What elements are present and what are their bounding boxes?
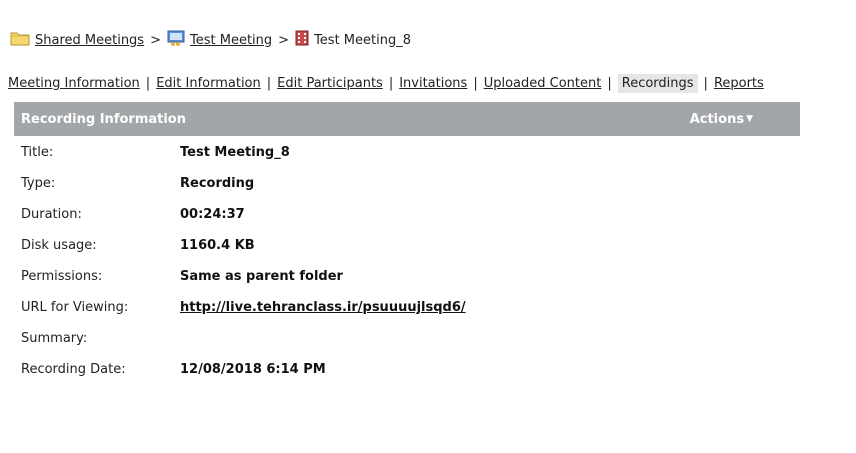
info-label: Title: xyxy=(21,145,54,160)
tab-edit-participants[interactable]: Edit Participants xyxy=(277,75,383,92)
tab-invitations[interactable]: Invitations xyxy=(399,75,467,92)
actions-menu-button[interactable]: Actions ▼ xyxy=(690,112,753,127)
info-label: Type: xyxy=(21,176,56,191)
breadcrumb-separator: > xyxy=(278,32,290,48)
info-label: Permissions: xyxy=(21,269,103,284)
breadcrumb: Shared Meetings > Test Meeting > Test Me… xyxy=(10,30,411,50)
info-label: Duration: xyxy=(21,207,82,222)
tab-separator: | xyxy=(607,75,612,91)
info-row-url: URL for Viewing: http://live.tehranclass… xyxy=(21,292,466,323)
viewing-url-link[interactable]: http://live.tehranclass.ir/psuuuujlsqd6/ xyxy=(180,300,466,315)
info-row-title: Title: Test Meeting_8 xyxy=(21,137,466,168)
info-value-title: Test Meeting_8 xyxy=(180,145,290,160)
info-row-duration: Duration: 00:24:37 xyxy=(21,199,466,230)
recording-information-header: Recording Information Actions ▼ xyxy=(14,102,800,136)
info-value-disk-usage: 1160.4 KB xyxy=(180,238,255,253)
info-row-type: Type: Recording xyxy=(21,168,466,199)
tab-meeting-information[interactable]: Meeting Information xyxy=(8,75,140,92)
tab-recordings[interactable]: Recordings xyxy=(617,73,698,93)
info-label: Disk usage: xyxy=(21,238,97,253)
info-row-permissions: Permissions: Same as parent folder xyxy=(21,261,466,292)
tab-separator: | xyxy=(145,75,151,91)
panel-title: Recording Information xyxy=(21,111,186,127)
tab-edit-information[interactable]: Edit Information xyxy=(156,75,261,92)
info-value-permissions: Same as parent folder xyxy=(180,269,343,284)
tab-reports[interactable]: Reports xyxy=(714,75,764,92)
breadcrumb-separator: > xyxy=(150,32,161,48)
actions-label: Actions xyxy=(689,111,745,127)
info-row-recording-date: Recording Date: 12/08/2018 6:14 PM xyxy=(21,354,466,385)
meeting-icon xyxy=(167,30,185,51)
recording-icon xyxy=(295,30,309,50)
tab-bar: Meeting Information | Edit Information |… xyxy=(8,73,764,93)
info-value-recording-date: 12/08/2018 6:14 PM xyxy=(180,362,326,377)
info-row-disk-usage: Disk usage: 1160.4 KB xyxy=(21,230,466,261)
info-value-duration: 00:24:37 xyxy=(180,207,245,222)
tab-uploaded-content[interactable]: Uploaded Content xyxy=(484,75,602,92)
tab-separator: | xyxy=(703,75,708,91)
info-label: Summary: xyxy=(21,331,88,346)
info-label: Recording Date: xyxy=(21,362,126,377)
breadcrumb-test-meeting[interactable]: Test Meeting xyxy=(190,33,272,48)
tab-separator: | xyxy=(388,75,394,91)
folder-icon xyxy=(10,30,30,50)
info-value-type: Recording xyxy=(180,176,255,191)
tab-separator: | xyxy=(473,75,478,91)
recording-info-table: Title: Test Meeting_8 Type: Recording Du… xyxy=(21,137,466,385)
caret-down-icon: ▼ xyxy=(746,114,753,124)
info-label: URL for Viewing: xyxy=(21,300,129,315)
info-row-summary: Summary: xyxy=(21,323,466,354)
tab-separator: | xyxy=(266,75,272,91)
breadcrumb-current: Test Meeting_8 xyxy=(314,32,411,48)
breadcrumb-shared-meetings[interactable]: Shared Meetings xyxy=(35,33,144,48)
